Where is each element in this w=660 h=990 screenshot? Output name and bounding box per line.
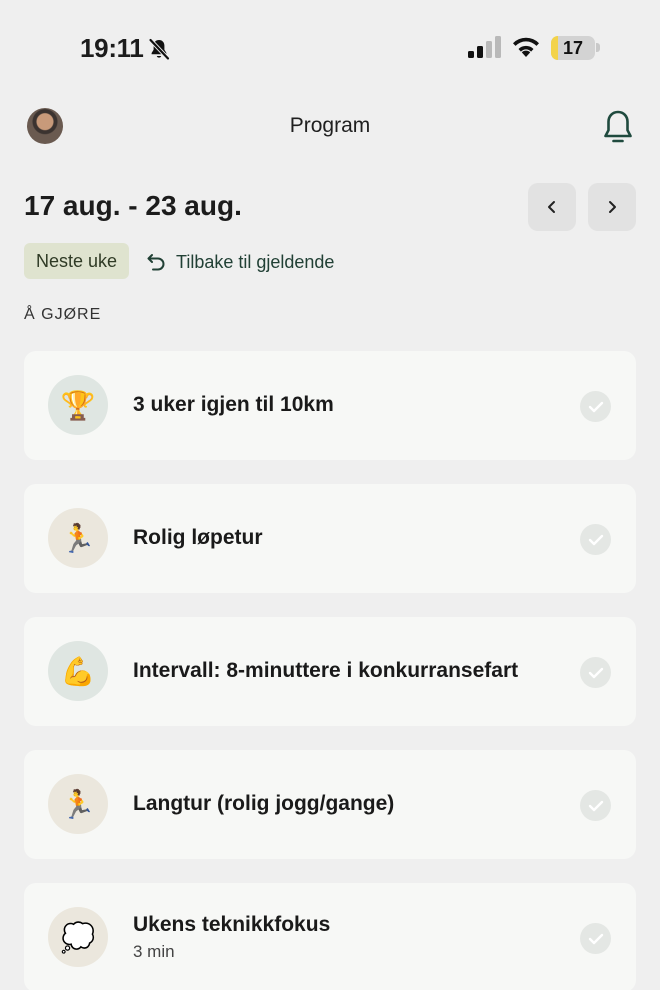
- checkmark-icon: [588, 667, 603, 678]
- task-title: Ukens teknikkfokus: [133, 913, 331, 936]
- thought-balloon-icon: 💭: [48, 907, 108, 967]
- status-bar: 19:11 17: [0, 0, 660, 96]
- task-checkbox[interactable]: [580, 790, 611, 821]
- task-checkbox[interactable]: [580, 657, 611, 688]
- task-title: 3 uker igjen til 10km: [133, 393, 334, 416]
- status-time: 19:11: [80, 33, 144, 63]
- section-label-todo: Å GJØRE: [24, 306, 102, 323]
- task-duration: 3 min: [133, 942, 175, 961]
- task-checkbox[interactable]: [580, 391, 611, 422]
- task-card[interactable]: 💪 Intervall: 8-minuttere i konkurransefa…: [24, 617, 636, 726]
- wifi-icon: [513, 37, 539, 57]
- chevron-right-icon: [609, 201, 616, 213]
- task-card[interactable]: 💭 Ukens teknikkfokus 3 min: [24, 883, 636, 990]
- battery-tip: [596, 43, 600, 52]
- chevron-left-icon: [548, 201, 555, 213]
- week-range: 17 aug. - 23 aug.: [24, 190, 242, 221]
- task-title: Intervall: 8-minuttere i konkurransefart: [133, 659, 519, 682]
- previous-week-button[interactable]: [528, 183, 576, 231]
- task-title: Rolig løpetur: [133, 526, 263, 549]
- task-checkbox[interactable]: [580, 923, 611, 954]
- page-title: Program: [289, 114, 371, 137]
- task-title: Langtur (rolig jogg/gange): [133, 792, 395, 815]
- runner-icon: 🏃: [48, 508, 108, 568]
- checkmark-icon: [588, 800, 603, 811]
- back-link-label: Tilbake til gjeldende: [176, 251, 335, 272]
- task-card[interactable]: 🏃 Rolig løpetur: [24, 484, 636, 593]
- task-checkbox[interactable]: [580, 524, 611, 555]
- back-to-current-link[interactable]: Tilbake til gjeldende: [146, 249, 334, 275]
- checkmark-icon: [588, 933, 603, 944]
- trophy-icon: 🏆: [48, 375, 108, 435]
- cellular-signal-icon: [468, 36, 501, 58]
- bell-icon[interactable]: [600, 108, 636, 146]
- task-card[interactable]: 🏆 3 uker igjen til 10km: [24, 351, 636, 460]
- battery-level: 17: [562, 38, 584, 58]
- next-week-button[interactable]: [588, 183, 636, 231]
- task-card[interactable]: 🏃 Langtur (rolig jogg/gange): [24, 750, 636, 859]
- bell-slash-icon: [149, 38, 170, 60]
- checkmark-icon: [588, 534, 603, 545]
- next-week-badge: Neste uke: [24, 243, 130, 279]
- checkmark-icon: [588, 401, 603, 412]
- runner-icon: 🏃: [48, 774, 108, 834]
- battery-icon: 17: [551, 36, 595, 60]
- undo-arrow-icon: [147, 254, 165, 271]
- flexed-biceps-icon: 💪: [48, 641, 108, 701]
